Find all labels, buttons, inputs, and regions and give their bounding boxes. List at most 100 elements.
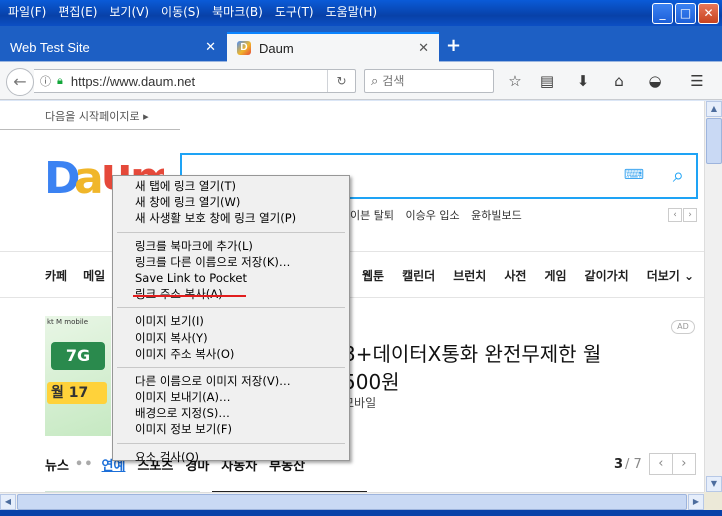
menu-bookmarks[interactable]: 북마크(B) xyxy=(208,4,271,21)
keyword-nav: ‹ › xyxy=(668,208,697,222)
divider xyxy=(0,251,704,252)
hamburger-menu-icon[interactable]: ☰ xyxy=(686,70,708,92)
keyboard-icon[interactable]: ⌨ xyxy=(624,167,644,183)
menu-view[interactable]: 보기(V) xyxy=(105,4,157,21)
ctx-copy-image-address[interactable]: 이미지 주소 복사(O) xyxy=(113,346,349,362)
gnb-item-together[interactable]: 같이가치 xyxy=(585,267,629,284)
menu-help[interactable]: 도움말(H) xyxy=(322,4,386,21)
keyword-item[interactable]: 윤하빌보드 xyxy=(471,209,522,222)
ctx-email-image[interactable]: 이미지 보내기(A)… xyxy=(113,389,349,405)
window-controls: _ □ ✕ xyxy=(652,3,719,24)
navigation-toolbar: ← ⓘ 🔒︎ https://www.daum.net ↻ ⌕ ☆ ▤ ⬇ ⌂ … xyxy=(0,62,722,100)
search-input[interactable] xyxy=(382,74,478,88)
gnb-item-calendar[interactable]: 캘린더 xyxy=(402,267,435,284)
prev-page-button[interactable]: ‹ xyxy=(648,453,673,475)
daum-page: 다음을 시작페이지로 ▸ D a u m ⌨ ⌕ 이븐 탈퇴 이승우 입소 윤하… xyxy=(0,101,704,492)
vertical-scroll-thumb[interactable] xyxy=(706,118,722,164)
news-pager: 3 / 7 ‹ › xyxy=(614,453,696,475)
ctx-save-link-to-pocket[interactable]: Save Link to Pocket xyxy=(113,270,349,286)
gnb-item-cafe[interactable]: 카페 xyxy=(45,267,67,284)
gnb-left: 카페 메일 xyxy=(45,267,121,284)
ad-brand: kt M mobile xyxy=(47,318,89,326)
reading-list-icon[interactable]: ▤ xyxy=(536,70,558,92)
scroll-up-icon[interactable]: ▲ xyxy=(706,101,722,117)
ctx-bookmark-link[interactable]: 링크를 북마크에 추가(L) xyxy=(113,238,349,254)
window-bottom-edge xyxy=(0,510,722,516)
menu-file[interactable]: 파일(F) xyxy=(4,4,54,21)
tab-web-test-site[interactable]: Web Test Site ✕ xyxy=(0,32,226,62)
close-tab-icon[interactable]: ✕ xyxy=(418,40,429,56)
close-window-button[interactable]: ✕ xyxy=(698,3,719,24)
keyword-item[interactable]: 이븐 탈퇴 xyxy=(350,209,394,222)
scroll-left-icon[interactable]: ◀ xyxy=(0,494,16,510)
ctx-view-image[interactable]: 이미지 보기(I) xyxy=(113,313,349,329)
gnb-item-game[interactable]: 게임 xyxy=(544,267,566,284)
tab-strip: Web Test Site ✕ D Daum ✕ + xyxy=(0,26,722,62)
ctx-open-link-new-window[interactable]: 새 창에 링크 열기(W) xyxy=(113,194,349,210)
pocket-icon[interactable]: ◒ xyxy=(644,70,666,92)
ctx-copy-image[interactable]: 이미지 복사(Y) xyxy=(113,330,349,346)
url-text[interactable]: https://www.daum.net xyxy=(71,74,195,89)
prev-keyword-button[interactable]: ‹ xyxy=(668,208,682,222)
highlight-underline xyxy=(133,295,246,297)
scrollbar-corner xyxy=(704,492,722,510)
gnb-item-dictionary[interactable]: 사전 xyxy=(504,267,526,284)
tab-daum[interactable]: D Daum ✕ xyxy=(227,32,439,62)
ad-headline-2: 500원 xyxy=(343,370,400,394)
horizontal-scroll-thumb[interactable] xyxy=(17,494,687,510)
scroll-right-icon[interactable]: ▶ xyxy=(688,494,704,510)
bookmark-star-icon[interactable]: ☆ xyxy=(504,70,526,92)
keyword-item[interactable]: 이승우 입소 xyxy=(405,209,459,222)
reload-icon[interactable]: ↻ xyxy=(327,70,355,92)
home-icon[interactable]: ⌂ xyxy=(608,70,630,92)
downloads-icon[interactable]: ⬇ xyxy=(572,70,594,92)
menu-go[interactable]: 이동(S) xyxy=(157,4,208,21)
ad-image-price: 월 17 xyxy=(47,382,107,404)
close-tab-icon[interactable]: ✕ xyxy=(205,39,216,55)
vertical-scrollbar[interactable]: ▲ ▼ xyxy=(704,101,722,492)
search-button-icon[interactable]: ⌕ xyxy=(673,163,684,187)
lock-icon: 🔒︎ xyxy=(57,74,63,87)
svg-text:a: a xyxy=(74,153,104,199)
horizontal-scrollbar[interactable]: ◀ ▶ xyxy=(0,492,704,510)
ctx-inspect-element[interactable]: 요소 검사(Q) xyxy=(113,449,349,465)
ad-headline: 3+데이터X통화 완전무제한 월 xyxy=(343,342,602,366)
scroll-down-icon[interactable]: ▼ xyxy=(706,476,722,492)
page-total: / 7 xyxy=(625,456,642,472)
search-bar[interactable]: ⌕ xyxy=(364,69,494,93)
maximize-button[interactable]: □ xyxy=(675,3,696,24)
tab-title: Web Test Site xyxy=(10,39,90,55)
page-current: 3 xyxy=(614,456,624,472)
ctx-open-link-new-tab[interactable]: 새 탭에 링크 열기(T) xyxy=(113,178,349,194)
ad-image: kt M mobile 7G 월 17 xyxy=(45,316,111,436)
gnb-item-brunch[interactable]: 브런치 xyxy=(453,267,486,284)
ctx-set-as-background[interactable]: 배경으로 지정(S)… xyxy=(113,405,349,421)
menu-separator xyxy=(117,442,345,444)
new-tab-button[interactable]: + xyxy=(446,35,461,56)
back-button[interactable]: ← xyxy=(6,68,34,96)
divider xyxy=(0,297,704,298)
menu-edit[interactable]: 편집(E) xyxy=(54,4,105,21)
dots-icon: •• xyxy=(74,457,94,472)
menu-separator xyxy=(117,366,345,368)
ad-badge: AD xyxy=(671,320,695,334)
minimize-button[interactable]: _ xyxy=(652,3,673,24)
gnb-item-webtoon[interactable]: 웹툰 xyxy=(362,267,384,284)
next-keyword-button[interactable]: › xyxy=(683,208,697,222)
info-icon[interactable]: ⓘ xyxy=(40,73,51,89)
menu-separator xyxy=(117,231,345,233)
set-start-page-link[interactable]: 다음을 시작페이지로 ▸ xyxy=(45,108,149,124)
gnb-item-more[interactable]: 더보기 ⌄ xyxy=(647,267,694,284)
set-start-page-label: 다음을 시작페이지로 xyxy=(45,110,140,123)
search-icon: ⌕ xyxy=(371,73,379,89)
next-page-button[interactable]: › xyxy=(671,453,696,475)
menu-tools[interactable]: 도구(T) xyxy=(271,4,322,21)
ctx-open-link-private-window[interactable]: 새 사생활 보호 창에 링크 열기(P) xyxy=(113,210,349,226)
url-bar[interactable]: ⓘ 🔒︎ https://www.daum.net ↻ xyxy=(34,69,356,93)
ctx-view-image-info[interactable]: 이미지 정보 보기(F) xyxy=(113,421,349,437)
ctx-save-image-as[interactable]: 다른 이름으로 이미지 저장(V)… xyxy=(113,373,349,389)
divider xyxy=(0,129,180,130)
news-title[interactable]: 뉴스 xyxy=(45,455,69,474)
gnb-item-mail[interactable]: 메일 xyxy=(83,267,105,284)
ctx-save-link-as[interactable]: 링크를 다른 이름으로 저장(K)… xyxy=(113,254,349,270)
